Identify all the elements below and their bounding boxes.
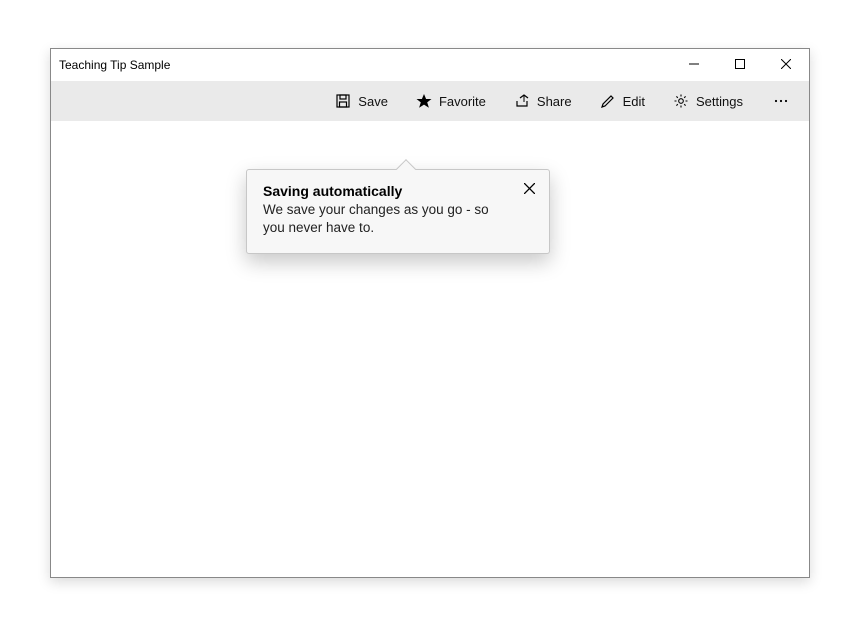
star-icon [416,93,432,109]
edit-label: Edit [623,94,645,109]
gear-icon [673,93,689,109]
close-icon [524,181,535,199]
maximize-icon [735,56,745,74]
save-label: Save [358,94,388,109]
minimize-button[interactable] [671,49,717,81]
favorite-label: Favorite [439,94,486,109]
content-area: Saving automatically We save your change… [51,121,809,577]
tip-caret [396,159,416,179]
share-label: Share [537,94,572,109]
more-button[interactable] [759,83,803,119]
tip-title: Saving automatically [263,183,533,199]
tip-body: We save your changes as you go - so you … [263,201,533,237]
edit-icon [600,93,616,109]
teaching-tip: Saving automatically We save your change… [246,169,550,254]
settings-label: Settings [696,94,743,109]
favorite-button[interactable]: Favorite [404,83,498,119]
window-title: Teaching Tip Sample [59,58,671,72]
minimize-icon [689,56,699,74]
close-icon [781,56,791,74]
app-window: Teaching Tip Sample [50,48,810,578]
more-icon [773,93,789,109]
maximize-button[interactable] [717,49,763,81]
close-button[interactable] [763,49,809,81]
save-icon [335,93,351,109]
save-button[interactable]: Save [323,83,400,119]
edit-button[interactable]: Edit [588,83,657,119]
settings-button[interactable]: Settings [661,83,755,119]
tip-close-button[interactable] [517,178,541,202]
command-bar: Save Favorite Share E [51,81,809,121]
share-button[interactable]: Share [502,83,584,119]
share-icon [514,93,530,109]
titlebar: Teaching Tip Sample [51,49,809,81]
